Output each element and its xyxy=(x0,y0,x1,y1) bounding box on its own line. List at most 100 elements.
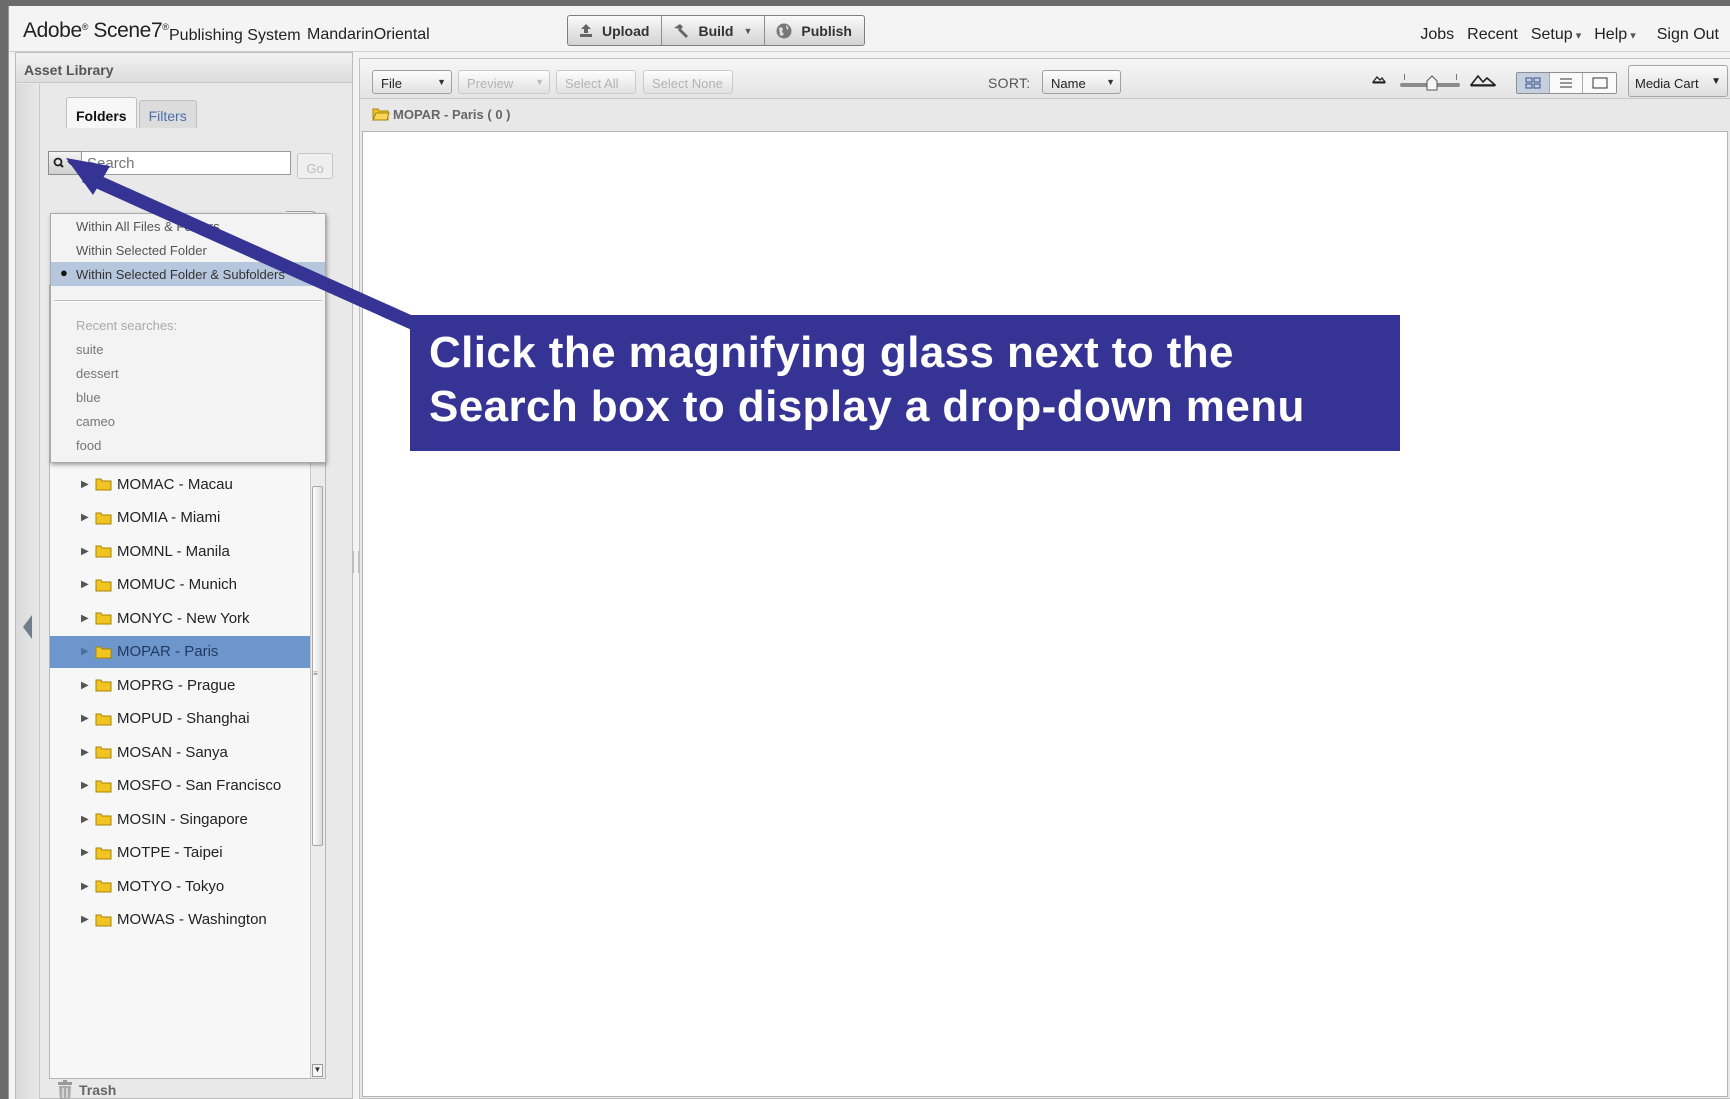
sort-select[interactable]: Name ▼ xyxy=(1042,70,1121,94)
file-menu-button[interactable]: File ▼ xyxy=(372,70,452,94)
tree-folder-item[interactable]: ▶ MOSAN - Sanya xyxy=(50,736,311,768)
sign-out-link[interactable]: Sign Out xyxy=(1657,26,1719,44)
expand-triangle-icon[interactable]: ▶ xyxy=(81,613,93,624)
chevron-down-icon: ▼ xyxy=(535,77,544,87)
expand-triangle-icon[interactable]: ▶ xyxy=(81,881,93,892)
recent-search-item[interactable]: cameo xyxy=(76,414,115,429)
grid-view-button[interactable] xyxy=(1517,73,1550,93)
expand-triangle-icon[interactable]: ▶ xyxy=(81,646,93,657)
brand-logo: Adobe® Scene7® xyxy=(23,19,169,43)
tree-folder-item[interactable]: ▶ MOSFO - San Francisco xyxy=(50,770,311,802)
publish-button[interactable]: Publish xyxy=(765,16,864,45)
folder-open-icon xyxy=(372,108,390,121)
tree-folder-item[interactable]: ▶ MOMAC - Macau xyxy=(50,468,311,500)
expand-triangle-icon[interactable]: ▶ xyxy=(81,546,93,557)
expand-triangle-icon[interactable]: ▶ xyxy=(81,680,93,691)
expand-triangle-icon[interactable]: ▶ xyxy=(81,847,93,858)
tree-folder-label: MOSIN - Singapore xyxy=(117,810,248,828)
tree-folder-label: MOWAS - Washington xyxy=(117,911,267,928)
asset-content-area[interactable] xyxy=(362,131,1728,1097)
view-mode-group xyxy=(1516,72,1617,94)
asset-library-panel: Asset Library Folders Filters Go ▶MOGZH … xyxy=(15,52,353,1099)
tree-folder-item[interactable]: ▶ MOMIA - Miami xyxy=(50,502,311,534)
trash-folder[interactable]: Trash xyxy=(49,1080,326,1099)
expand-triangle-icon[interactable]: ▶ xyxy=(81,780,93,791)
tree-folder-item[interactable]: ▶ MOTPE - Taipei xyxy=(50,837,311,869)
slider-knob[interactable] xyxy=(1426,75,1438,91)
magnifying-glass-icon xyxy=(53,157,74,168)
folder-icon xyxy=(95,746,112,759)
callout-line-2: Search box to display a drop-down menu xyxy=(429,382,1305,431)
folder-icon xyxy=(95,847,112,859)
menu-item-label: Within Selected Folder & Subfolders xyxy=(76,267,285,282)
expand-triangle-icon[interactable]: ▶ xyxy=(81,914,93,925)
go-button[interactable]: Go xyxy=(297,153,333,179)
tree-scroll-thumb[interactable] xyxy=(312,486,323,846)
tree-folder-item[interactable]: ▶ MOWAS - Washington xyxy=(50,904,311,936)
upload-button[interactable]: Upload xyxy=(568,16,663,45)
expand-triangle-icon[interactable]: ▶ xyxy=(81,579,93,590)
tab-folders[interactable]: Folders xyxy=(66,97,137,128)
tree-folder-item[interactable]: ▶ MOSIN - Singapore xyxy=(50,803,311,835)
search-scope-button[interactable] xyxy=(48,151,82,175)
media-cart-button[interactable]: Media Cart ▼ xyxy=(1628,65,1728,97)
chevron-down-icon: ▼ xyxy=(437,77,446,87)
folder-icon xyxy=(95,478,112,491)
folder-icon xyxy=(95,512,112,524)
publish-label: Publish xyxy=(801,22,852,39)
zoom-in-mountain-icon[interactable] xyxy=(1470,73,1496,87)
nav-help[interactable]: Help xyxy=(1594,26,1635,44)
nav-setup[interactable]: Setup xyxy=(1531,26,1581,44)
menu-item-selected-subfolders[interactable]: ● Within Selected Folder & Subfolders xyxy=(51,262,325,286)
select-none-button[interactable]: Select None xyxy=(643,70,733,94)
panel-collapse-strip[interactable] xyxy=(16,84,40,1099)
search-input[interactable] xyxy=(81,151,291,175)
recent-search-item[interactable]: dessert xyxy=(76,366,119,381)
tree-folder-item[interactable]: ▶ MOPUD - Shanghai xyxy=(50,703,311,735)
tree-folder-item[interactable]: ▶ MONYC - New York xyxy=(50,602,311,634)
top-bar: Adobe® Scene7® Publishing System Mandari… xyxy=(9,6,1730,52)
scroll-down-icon[interactable]: ▼ xyxy=(312,1064,323,1077)
upload-label: Upload xyxy=(602,22,650,39)
sort-value: Name xyxy=(1051,76,1086,91)
nav-jobs[interactable]: Jobs xyxy=(1420,26,1454,44)
menu-item-label: Within All Files & Folders xyxy=(76,219,220,234)
tree-folder-label: MOMIA - Miami xyxy=(117,509,221,526)
collapse-arrow-icon[interactable] xyxy=(23,615,32,639)
preview-button[interactable]: Preview ▼ xyxy=(458,70,550,94)
expand-triangle-icon[interactable]: ▶ xyxy=(81,479,93,490)
recent-search-item[interactable]: suite xyxy=(76,342,103,357)
menu-item-selected-folder[interactable]: Within Selected Folder xyxy=(51,238,325,262)
menu-item-all-files[interactable]: Within All Files & Folders xyxy=(51,214,325,238)
slider-tick xyxy=(1404,74,1405,80)
expand-triangle-icon[interactable]: ▶ xyxy=(81,747,93,758)
folder-icon xyxy=(95,813,112,826)
build-button[interactable]: Build ▼ xyxy=(662,16,766,45)
brand-product: Scene7 xyxy=(93,19,163,42)
tree-folder-item[interactable]: ▶ MOMUC - Munich xyxy=(50,569,311,601)
expand-triangle-icon[interactable]: ▶ xyxy=(81,512,93,523)
tree-folder-item[interactable]: ▶ MOTYO - Tokyo xyxy=(50,870,311,902)
main-panel: File ▼ Preview ▼ Select All Select None SO… xyxy=(359,58,1730,1099)
detail-view-button[interactable] xyxy=(1583,73,1616,93)
nav-recent[interactable]: Recent xyxy=(1467,26,1518,44)
media-cart-label: Media Cart xyxy=(1635,76,1699,91)
search-scope-menu: Within All Files & Folders Within Select… xyxy=(50,213,326,463)
thumbnail-size-slider[interactable] xyxy=(1400,71,1460,91)
recent-search-item[interactable]: food xyxy=(76,438,101,453)
tree-folder-item[interactable]: ▶ MOPAR - Paris xyxy=(50,635,311,668)
expand-triangle-icon[interactable]: ▶ xyxy=(81,814,93,825)
expand-triangle-icon[interactable]: ▶ xyxy=(81,713,93,724)
asset-library-title: Asset Library xyxy=(16,53,352,83)
select-all-button[interactable]: Select All xyxy=(556,70,636,94)
tree-folder-item[interactable]: ▶ MOMNL - Manila xyxy=(50,535,311,567)
recent-search-item[interactable]: blue xyxy=(76,390,101,405)
zoom-out-mountain-icon[interactable] xyxy=(1372,74,1386,84)
tab-filters[interactable]: Filters xyxy=(138,100,197,128)
app-window: Adobe® Scene7® Publishing System Mandari… xyxy=(8,6,1730,1099)
preview-label: Preview xyxy=(467,76,514,91)
tree-folder-item[interactable]: ▶ MOPRG - Prague xyxy=(50,669,311,701)
tree-folder-label: MOMNL - Manila xyxy=(117,542,230,560)
chevron-down-icon: ▼ xyxy=(743,25,753,36)
list-view-button[interactable] xyxy=(1550,73,1583,93)
